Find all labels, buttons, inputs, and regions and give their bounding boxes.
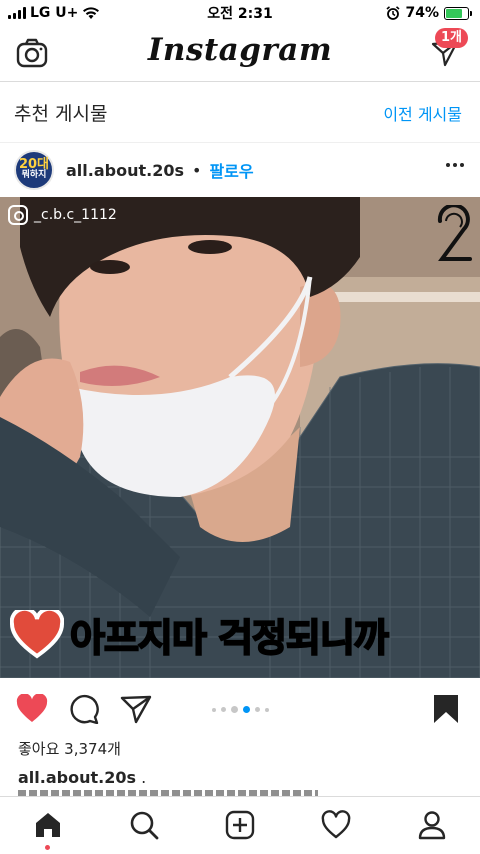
suggested-posts-bar: 추천 게시물 이전 게시물 [0, 83, 480, 143]
instagram-logo: Instagram [147, 32, 333, 68]
brand-logo-icon [437, 205, 472, 261]
nav-home[interactable] [30, 807, 66, 843]
activity-icon [321, 810, 351, 839]
carousel-dot [254, 707, 260, 712]
carousel-dot [264, 707, 269, 712]
avatar[interactable]: 20대 뭐하지 [14, 150, 54, 190]
nav-activity[interactable] [318, 807, 354, 843]
image-caption-overlay: 아프지마 걱정되니까 [10, 607, 390, 662]
separator-dot: • [192, 160, 202, 180]
home-icon [36, 813, 60, 837]
bottom-nav [0, 796, 480, 854]
suggested-posts-title: 추천 게시물 [14, 103, 108, 125]
watermark: _c.b.c_1112 [8, 205, 117, 225]
avatar-text-bottom: 뭐하지 [21, 170, 47, 180]
dm-badge: 1개 [434, 28, 468, 48]
nav-add-post[interactable] [222, 807, 258, 843]
caption-text: . [141, 768, 147, 787]
post-header: 20대 뭐하지 all.about.20s • 팔로우 [0, 143, 480, 197]
carousel-dot [230, 706, 238, 713]
follow-button[interactable]: 팔로우 [209, 158, 253, 182]
likes-count[interactable]: 좋아요 3,374개 [18, 738, 121, 759]
post-actions [0, 678, 480, 738]
post-username[interactable]: all.about.20s [66, 161, 184, 180]
instagram-small-icon [8, 205, 28, 225]
image-caption-text: 아프지마 걱정되니까 [69, 615, 390, 661]
post-photo [0, 197, 480, 678]
profile-icon [418, 811, 446, 840]
app-header: Instagram 1개 [0, 26, 480, 82]
carousel-dot [211, 707, 216, 712]
carousel-dot [220, 707, 226, 712]
status-bar: LG U+ 오전 2:31 74% [0, 0, 480, 26]
nav-search[interactable] [126, 807, 162, 843]
caption-username[interactable]: all.about.20s [18, 768, 136, 787]
search-icon [130, 811, 159, 840]
carousel-dot [242, 706, 250, 713]
watermark-handle: _c.b.c_1112 [34, 207, 117, 223]
bookmark-icon[interactable] [430, 694, 462, 724]
carousel-indicator [0, 706, 480, 713]
battery-icon [444, 6, 472, 20]
post-image[interactable]: _c.b.c_1112 아프지마 걱정되니까 [0, 197, 480, 678]
add-post-icon [225, 810, 255, 840]
previous-posts-link[interactable]: 이전 게시물 [383, 101, 462, 125]
avatar-text-top: 20대 [18, 157, 50, 172]
status-time: 오전 2:31 [207, 6, 273, 22]
nav-profile[interactable] [414, 807, 450, 843]
home-active-dot [45, 845, 50, 850]
post-caption: all.about.20s . [18, 768, 146, 787]
heart-sticker-icon [10, 609, 64, 658]
more-options-icon[interactable] [446, 163, 464, 167]
